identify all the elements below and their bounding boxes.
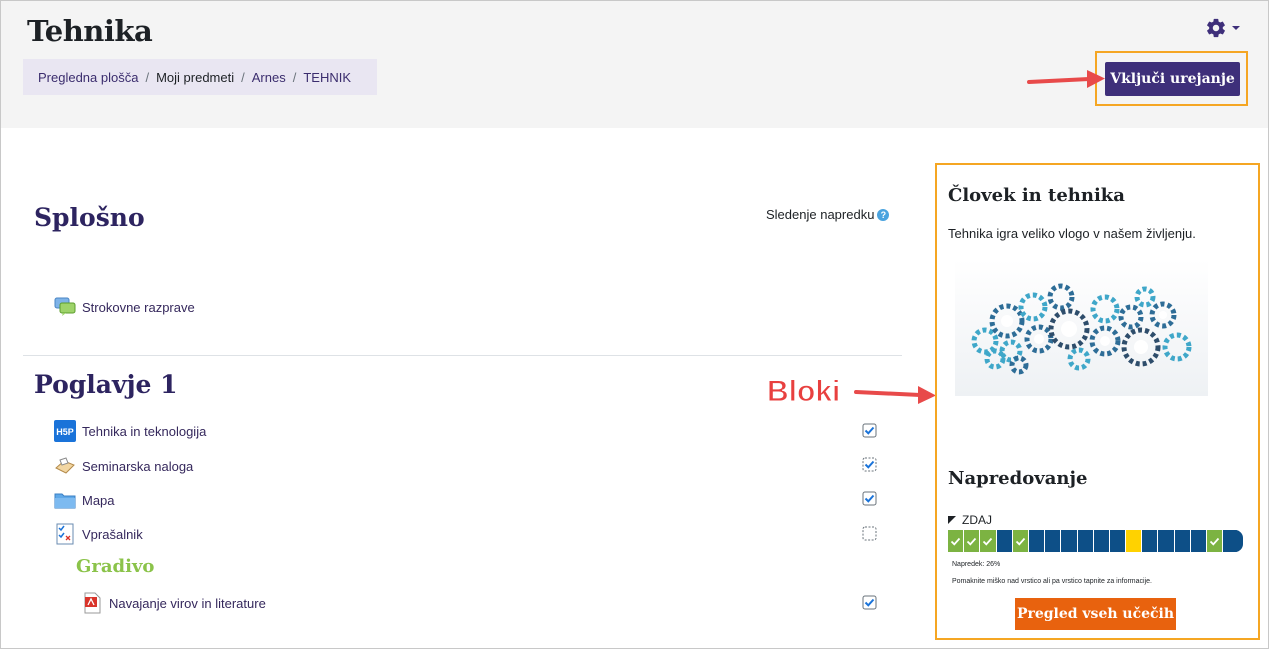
completion-auto-checked-icon: [862, 457, 877, 472]
arrow-to-edit-button-icon: [1027, 70, 1105, 88]
activity-label: Navajanje virov in literature: [109, 595, 266, 611]
activity-pdf[interactable]: Navajanje virov in literature: [81, 592, 266, 614]
now-marker-icon: [948, 516, 956, 524]
section-divider: [23, 355, 902, 356]
chevron-down-icon: [1232, 26, 1240, 30]
completion-checkbox-checked-icon[interactable]: [862, 595, 877, 610]
h5p-icon: H5P: [54, 420, 76, 442]
check-icon: [950, 537, 961, 546]
breadcrumb-separator: /: [292, 69, 297, 85]
check-icon: [1015, 537, 1026, 546]
activity-label: Seminarska naloga: [82, 458, 194, 474]
check-icon: [1209, 537, 1220, 546]
section-chapter1-title: Poglavje 1: [34, 370, 178, 399]
progress-cell-todo[interactable]: [1045, 530, 1062, 552]
progress-cell-todo[interactable]: [1158, 530, 1175, 552]
progress-cell-done[interactable]: [948, 530, 965, 552]
block-progress-title: Napredovanje: [948, 468, 1088, 489]
check-icon: [967, 537, 977, 546]
completion-checkbox-checked-icon[interactable]: [862, 423, 877, 438]
progress-hint: Pomaknite miško nad vrstico ali pa vrsti…: [952, 578, 1152, 585]
turn-editing-on-button[interactable]: Vključi urejanje: [1105, 62, 1240, 96]
activity-quiz[interactable]: Vprašalnik: [54, 523, 143, 545]
svg-text:H5P: H5P: [56, 427, 74, 437]
breadcrumb: Pregledna plošča / Moji predmeti / Arnes…: [23, 59, 377, 95]
progress-cell-todo[interactable]: [1077, 530, 1094, 552]
help-icon[interactable]: ?: [877, 208, 890, 221]
progress-now-label: ZDAJ: [962, 513, 992, 527]
progress-cell-now[interactable]: [1126, 530, 1143, 552]
forum-icon: [54, 296, 76, 318]
activity-label: Strokovne razprave: [82, 299, 195, 315]
activity-label: Tehnika in teknologija: [82, 423, 207, 439]
progress-cell-todo[interactable]: [1028, 530, 1046, 552]
progress-cell-todo[interactable]: [1093, 530, 1110, 552]
progress-cell-done[interactable]: [964, 530, 981, 552]
breadcrumb-separator: /: [145, 69, 150, 85]
annotation-blocks-label: Bloki: [766, 375, 841, 409]
section-general-title: Splošno: [34, 203, 145, 232]
block-about-text: Tehnika igra veliko vlogo v našem življe…: [948, 226, 1196, 241]
activity-forum[interactable]: Strokovne razprave: [54, 296, 195, 318]
progress-cell-todo[interactable]: [1190, 530, 1207, 552]
pdf-icon: [81, 592, 103, 614]
progress-cell-todo[interactable]: [1174, 530, 1191, 552]
overview-of-students-button[interactable]: Pregled vseh učečih: [1015, 598, 1176, 630]
settings-menu[interactable]: [1205, 17, 1241, 39]
arrow-to-blocks-icon: [854, 386, 936, 404]
gears-illustration: [955, 259, 1208, 396]
completion-auto-pending-icon: [862, 526, 877, 541]
progress-bar[interactable]: [948, 530, 1243, 552]
breadcrumb-arnes[interactable]: Arnes: [252, 70, 286, 85]
breadcrumb-course[interactable]: TEHNIK: [303, 70, 351, 85]
activity-assignment[interactable]: Seminarska naloga: [54, 455, 193, 477]
progress-cell-todo[interactable]: [1223, 530, 1240, 552]
progress-cell-done[interactable]: [1012, 530, 1029, 552]
assignment-icon: [54, 455, 76, 477]
completion-checkbox-checked-icon[interactable]: [862, 491, 877, 506]
breadcrumb-my-courses[interactable]: Moji predmeti: [156, 70, 234, 85]
activity-folder[interactable]: Mapa: [54, 489, 115, 511]
gear-icon: [1207, 18, 1225, 38]
progress-cell-done[interactable]: [980, 530, 997, 552]
progress-percent: Napredek: 26%: [952, 561, 1001, 568]
progress-cell-done[interactable]: [1207, 530, 1224, 552]
page-title: Tehnika: [27, 14, 153, 48]
activity-label: Vprašalnik: [82, 526, 143, 542]
progress-tracking-text: Sledenje napredku: [766, 207, 875, 222]
progress-tracking-label: Sledenje napredku ?: [766, 207, 890, 222]
quiz-icon: [54, 523, 76, 545]
progress-cell-todo[interactable]: [1109, 530, 1127, 552]
progress-cell-todo[interactable]: [996, 530, 1013, 552]
progress-cell-todo[interactable]: [1142, 530, 1159, 552]
breadcrumb-separator: /: [241, 69, 245, 85]
breadcrumb-dashboard[interactable]: Pregledna plošča: [38, 70, 138, 85]
progress-cell-todo[interactable]: [1061, 530, 1078, 552]
subheading-materials: Gradivo: [76, 556, 155, 577]
check-icon: [983, 537, 993, 546]
folder-icon: [54, 489, 76, 511]
activity-h5p[interactable]: H5P Tehnika in teknologija: [54, 420, 206, 442]
progress-now-marker: ZDAJ: [948, 513, 992, 527]
block-about-title: Človek in tehnika: [948, 185, 1125, 206]
activity-label: Mapa: [82, 492, 115, 508]
